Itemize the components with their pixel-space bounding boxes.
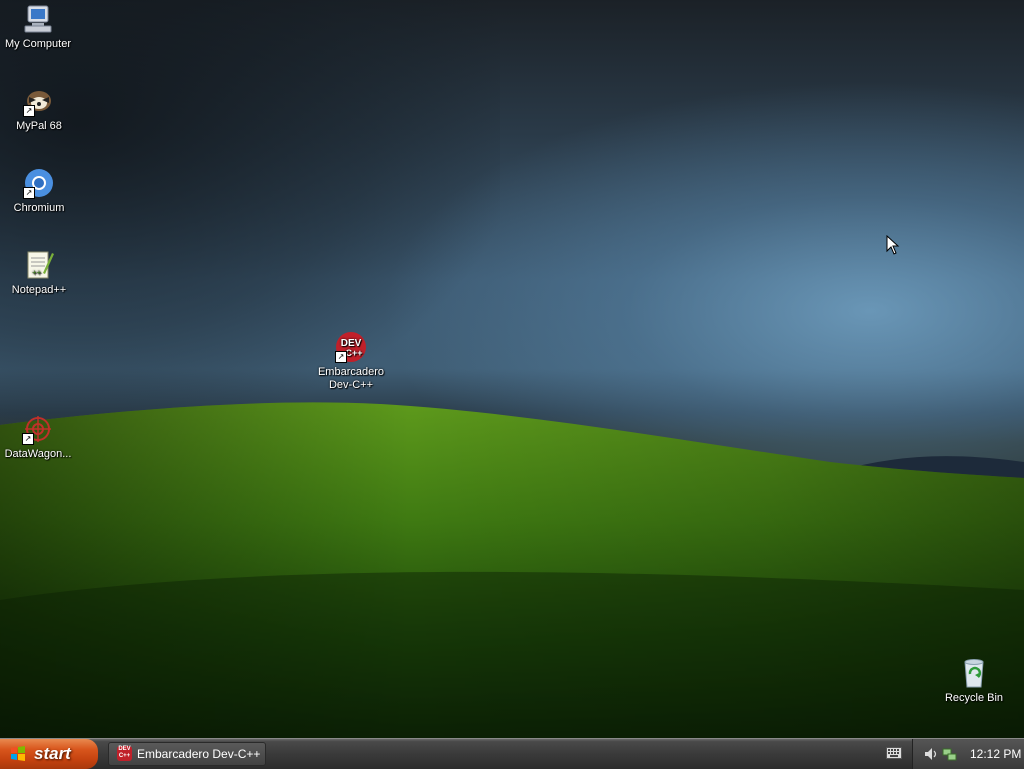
desktop-icon-my-computer[interactable]: My Computer (0, 3, 78, 51)
keyboard-icon[interactable] (886, 747, 902, 759)
shortcut-arrow-icon: ↗ (22, 433, 34, 445)
desktop-icon-label: DataWagon... (4, 448, 72, 460)
mouse-cursor-icon (886, 235, 900, 255)
devcpp-icon: DEV C++ ↗ (335, 331, 367, 363)
devcpp-icon: DEV C++ (117, 746, 132, 761)
desktop-icon-label: Embarcadero Dev-C++ (317, 366, 385, 391)
shortcut-arrow-icon: ↗ (23, 105, 35, 117)
taskbar: start DEV C++ Embarcadero Dev-C++ 12:12 P… (0, 738, 1024, 769)
desktop-icon-label: Notepad++ (11, 284, 67, 296)
desktop-icon-datawagon[interactable]: ↗ DataWagon... (0, 413, 78, 461)
system-tray: 12:12 PM (912, 739, 1024, 769)
desktop-icon-chromium[interactable]: ↗ Chromium (0, 167, 79, 215)
speaker-icon[interactable] (923, 746, 939, 762)
desktop-icon-recycle-bin[interactable]: Recycle Bin (934, 657, 1014, 705)
desktop-icon-devcpp[interactable]: DEV C++ ↗ Embarcadero Dev-C++ (311, 331, 391, 392)
desktop[interactable]: My Computer ↗ MyPal 68 ↗ Chromium ++ Not… (0, 0, 1024, 738)
datawagon-icon: ↗ (22, 413, 54, 445)
desktop-icon-mypal[interactable]: ↗ MyPal 68 (0, 85, 79, 133)
desktop-icon-label: Recycle Bin (944, 692, 1004, 704)
taskbar-item-devcpp[interactable]: DEV C++ Embarcadero Dev-C++ (108, 742, 266, 766)
desktop-icon-label: Chromium (13, 202, 65, 214)
mypal-icon: ↗ (23, 85, 55, 117)
network-icon[interactable] (942, 746, 958, 762)
windows-logo-icon (11, 746, 25, 761)
desktop-icon-label: MyPal 68 (16, 120, 62, 132)
recycle-bin-icon (958, 657, 990, 689)
tray-clock[interactable]: 12:12 PM (970, 747, 1021, 761)
svg-text:++: ++ (32, 268, 42, 277)
start-button[interactable]: start (0, 739, 98, 769)
desktop-icon-label: My Computer (4, 38, 72, 50)
shortcut-arrow-icon: ↗ (23, 187, 35, 199)
start-label: start (34, 744, 71, 763)
chromium-icon: ↗ (23, 167, 55, 199)
taskbar-item-label: Embarcadero Dev-C++ (137, 747, 261, 761)
desktop-icon-notepadpp[interactable]: ++ Notepad++ (0, 249, 79, 297)
wallpaper-hill (0, 402, 1024, 738)
my-computer-icon (22, 3, 54, 35)
devcpp-glyph-sub: C++ (345, 348, 362, 358)
shortcut-arrow-icon: ↗ (335, 351, 347, 363)
notepadpp-icon: ++ (23, 249, 55, 281)
